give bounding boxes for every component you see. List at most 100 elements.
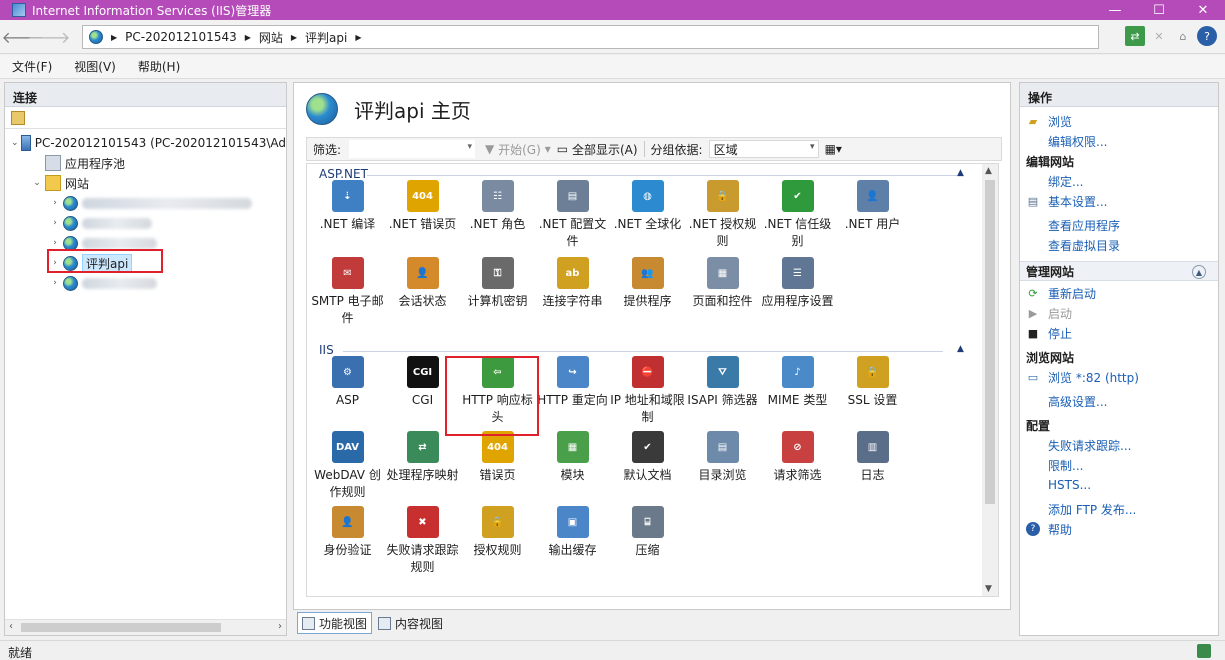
feature-authorization-rules[interactable]: 🔒 授权规则	[460, 506, 535, 559]
action-start[interactable]: ▶ 启动	[1020, 303, 1218, 323]
feature-mime-types[interactable]: ♪ MIME 类型	[760, 356, 835, 409]
feature-directory-browsing[interactable]: ▤ 目录浏览	[685, 431, 760, 484]
maximize-button[interactable]: ☐	[1137, 0, 1181, 20]
feature-webdav[interactable]: DAV WebDAV 创作规则	[310, 431, 385, 501]
feature-compression[interactable]: ⌸ 压缩	[610, 506, 685, 559]
scroll-up-icon[interactable]: ▲	[985, 166, 992, 176]
breadcrumb-separator-icon[interactable]: ▶	[245, 33, 251, 42]
group-header-0[interactable]: ASP.NET	[319, 167, 368, 181]
group-header-1[interactable]: IIS	[319, 343, 334, 357]
action-view-applications[interactable]: 查看应用程序	[1020, 215, 1218, 235]
feature-session-state[interactable]: 👤 会话状态	[385, 257, 460, 310]
vertical-scrollbar[interactable]: ▲ ▼	[982, 164, 998, 596]
feature-smtp-email[interactable]: ✉ SMTP 电子邮件	[310, 257, 385, 327]
feature-net-compilation[interactable]: ⇣ .NET 编译	[310, 180, 385, 233]
breadcrumb-server[interactable]: PC-202012101543	[125, 30, 237, 44]
scroll-thumb[interactable]	[21, 623, 221, 632]
collapse-icon[interactable]: ⌄	[11, 138, 19, 148]
feature-isapi-filters[interactable]: ⛛ ISAPI 筛选器	[685, 356, 760, 409]
horizontal-scrollbar[interactable]: ‹ ›	[5, 619, 286, 635]
go-button[interactable]: ▼ 开始(G)	[485, 141, 541, 158]
action-restart[interactable]: ⟳ 重新启动	[1020, 283, 1218, 303]
breadcrumb-separator-icon[interactable]: ▶	[111, 33, 117, 42]
breadcrumb-site[interactable]: 评判api	[305, 29, 347, 46]
collapse-icon[interactable]: ⌄	[31, 178, 43, 188]
scroll-left-icon[interactable]: ‹	[9, 621, 13, 632]
collapse-icon[interactable]: ▲	[1192, 265, 1206, 279]
menu-view[interactable]: 视图(V)	[74, 58, 116, 75]
action-advanced-settings[interactable]: 高级设置...	[1020, 391, 1218, 411]
tree-node-app-pools[interactable]: 应用程序池	[5, 153, 286, 173]
feature-connection-strings[interactable]: ab 连接字符串	[535, 257, 610, 310]
tree-node-server[interactable]: ⌄ PC-202012101543 (PC-202012101543\Ad	[5, 133, 286, 153]
feature-error-pages[interactable]: 404 错误页	[460, 431, 535, 484]
feature-output-caching[interactable]: ▣ 输出缓存	[535, 506, 610, 559]
feature-modules[interactable]: ▦ 模块	[535, 431, 610, 484]
action-stop[interactable]: ■ 停止	[1020, 323, 1218, 343]
action-basic-settings[interactable]: ▤ 基本设置...	[1020, 191, 1218, 211]
breadcrumb-sites[interactable]: 网站	[259, 29, 283, 46]
feature-handler-mappings[interactable]: ⇄ 处理程序映射	[385, 431, 460, 484]
collapse-group-icon[interactable]: ▲	[957, 344, 964, 354]
feature-net-error-pages[interactable]: 404 .NET 错误页	[385, 180, 460, 233]
menu-file[interactable]: 文件(F)	[12, 58, 52, 75]
tree-node-sites[interactable]: ⌄ 网站	[5, 173, 286, 193]
go-dropdown-icon[interactable]: ▾	[545, 142, 551, 156]
action-edit-permissions[interactable]: 编辑权限...	[1020, 131, 1218, 151]
feature-net-profile[interactable]: ▤ .NET 配置文件	[535, 180, 610, 250]
feature-net-roles[interactable]: ☷ .NET 角色	[460, 180, 535, 233]
close-button[interactable]: ✕	[1181, 0, 1225, 20]
action-view-virtual-dirs[interactable]: 查看虚拟目录	[1020, 235, 1218, 255]
feature-ip-restrictions[interactable]: ⛔ IP 地址和域限制	[610, 356, 685, 426]
tree-node-site-redacted[interactable]: ›	[5, 193, 286, 213]
action-limits[interactable]: 限制...	[1020, 455, 1218, 475]
group-by-select[interactable]: 区域	[708, 140, 819, 158]
tree-node-site-redacted[interactable]: ›	[5, 213, 286, 233]
scroll-right-icon[interactable]: ›	[278, 621, 282, 632]
expand-icon[interactable]: ›	[49, 238, 61, 248]
feature-net-authorization[interactable]: 🔒 .NET 授权规则	[685, 180, 760, 250]
home-icon[interactable]: ⌂	[1173, 26, 1193, 46]
feature-machine-key[interactable]: ⚿ 计算机密钥	[460, 257, 535, 310]
filter-input[interactable]	[349, 140, 476, 158]
feature-default-document[interactable]: ✔ 默认文档	[610, 431, 685, 484]
refresh-icon[interactable]: ⇄	[1125, 26, 1145, 46]
action-explore[interactable]: ▰ 浏览	[1020, 111, 1218, 131]
feature-asp[interactable]: ⚙ ASP	[310, 356, 385, 409]
scroll-down-icon[interactable]: ▼	[985, 584, 992, 594]
stop-icon[interactable]: ✕	[1149, 26, 1169, 46]
tree-node-site-redacted[interactable]: ›	[5, 273, 286, 293]
action-browse-82[interactable]: ▭ 浏览 *:82 (http)	[1020, 367, 1218, 387]
expand-icon[interactable]: ›	[49, 198, 61, 208]
minimize-button[interactable]: —	[1093, 0, 1137, 20]
action-help[interactable]: ? 帮助	[1020, 519, 1218, 539]
feature-ssl-settings[interactable]: 🔒 SSL 设置	[835, 356, 910, 409]
feature-app-settings[interactable]: ☰ 应用程序设置	[760, 257, 835, 310]
collapse-group-icon[interactable]: ▲	[957, 168, 964, 178]
show-all-button[interactable]: ▭ 全部显示(A)	[557, 141, 638, 158]
menu-help[interactable]: 帮助(H)	[138, 58, 180, 75]
connect-icon[interactable]	[11, 110, 25, 125]
tab-content-view[interactable]: 内容视图	[374, 612, 447, 634]
feature-request-filtering[interactable]: ⊘ 请求筛选	[760, 431, 835, 484]
scroll-thumb[interactable]	[985, 180, 995, 504]
feature-failed-request-tracing[interactable]: ✖ 失败请求跟踪规则	[385, 506, 460, 576]
tab-features-view[interactable]: 功能视图	[297, 612, 373, 634]
feature-net-trust-levels[interactable]: ✔ .NET 信任级别	[760, 180, 835, 250]
action-add-ftp[interactable]: 添加 FTP 发布...	[1020, 499, 1218, 519]
feature-http-redirect[interactable]: ↪ HTTP 重定向	[535, 356, 610, 409]
breadcrumb[interactable]: ▶ PC-202012101543 ▶ 网站 ▶ 评判api ▶	[82, 25, 1099, 49]
action-bindings[interactable]: 绑定...	[1020, 171, 1218, 191]
action-failed-request-tracing[interactable]: 失败请求跟踪...	[1020, 435, 1218, 455]
expand-icon[interactable]: ›	[49, 278, 61, 288]
feature-authentication[interactable]: 👤 身份验证	[310, 506, 385, 559]
feature-net-users[interactable]: 👤 .NET 用户	[835, 180, 910, 233]
expand-icon[interactable]: ›	[49, 218, 61, 228]
feature-net-globalization[interactable]: ◍ .NET 全球化	[610, 180, 685, 233]
breadcrumb-separator-icon[interactable]: ▶	[291, 33, 297, 42]
feature-providers[interactable]: 👥 提供程序	[610, 257, 685, 310]
view-mode-icon[interactable]: ▦▾	[825, 142, 842, 156]
feature-logging[interactable]: ▥ 日志	[835, 431, 910, 484]
breadcrumb-separator-icon[interactable]: ▶	[355, 33, 361, 42]
feature-pages-controls[interactable]: ▦ 页面和控件	[685, 257, 760, 310]
